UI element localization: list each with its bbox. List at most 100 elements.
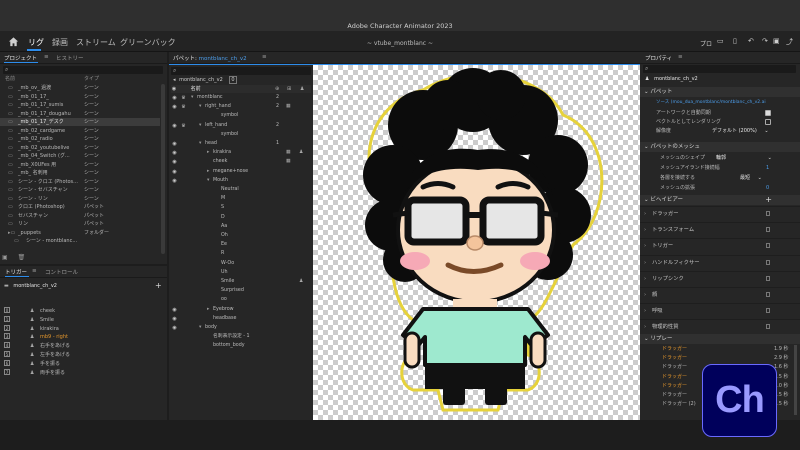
column-header-type[interactable]: タイプ xyxy=(84,75,99,83)
chevron-down-icon[interactable]: ▾ xyxy=(199,140,201,148)
trigger-item[interactable]: 7 ♟ 両手を振る xyxy=(4,368,154,377)
layer-row[interactable]: D xyxy=(169,214,309,222)
resolution-dropdown[interactable]: デフォルト (200%) ⌄ xyxy=(712,127,769,135)
visibility-eye-icon[interactable]: ◉ xyxy=(171,94,178,102)
behavior-drag-handle[interactable] xyxy=(766,243,770,249)
comment-icon[interactable]: ▣ xyxy=(773,37,780,45)
section-mesh[interactable]: ⌄ パペットのメッシュ xyxy=(640,142,800,152)
behavior-item[interactable]: › 呼吸 xyxy=(640,303,800,317)
visibility-eye-icon[interactable]: ◉ xyxy=(171,158,178,166)
scene-canvas[interactable] xyxy=(313,65,640,420)
add-trigger-button[interactable]: + xyxy=(155,281,162,290)
layer-row[interactable]: ◉ ▾ Mouth xyxy=(169,177,309,185)
visibility-eye-icon[interactable]: ◉ xyxy=(171,177,178,185)
project-search-input[interactable]: ⌕ xyxy=(3,66,163,74)
project-item[interactable]: ▭ _mb_02_radio シーン xyxy=(0,135,160,143)
mesh-contour-value[interactable]: 1 xyxy=(766,164,769,172)
layer-row[interactable]: Neutral xyxy=(169,186,309,194)
tab-triggers[interactable]: トリガー xyxy=(5,268,27,276)
layer-row[interactable]: ◉ headbase xyxy=(169,315,309,323)
panel-layout-icon[interactable]: ▭ xyxy=(717,37,724,45)
chevron-down-icon[interactable]: ▾ xyxy=(207,177,209,185)
home-icon[interactable] xyxy=(8,36,19,47)
visibility-eye-icon[interactable]: ◉ xyxy=(171,306,178,314)
project-item[interactable]: ▭ _mb_ 名刺用 シーン xyxy=(0,169,160,177)
chevron-down-icon[interactable]: ▾ xyxy=(199,122,201,130)
mesh-spacing-value[interactable]: 0 xyxy=(766,184,769,192)
new-folder-icon[interactable]: ▣ xyxy=(2,254,8,261)
project-item[interactable]: ▭ _mb_01_17_dougahu シーン xyxy=(0,110,160,118)
behavior-drag-handle[interactable] xyxy=(766,324,770,330)
layer-row[interactable]: M xyxy=(169,195,309,203)
back-arrow-icon[interactable]: ◂ xyxy=(173,77,176,83)
project-item[interactable]: ▭ _mb_01_17_ シーン xyxy=(0,93,160,101)
puppet-source-link[interactable]: ソース (mou_dua_montblanc/montblanc_ch_v2.a… xyxy=(656,99,766,107)
panel-menu-icon[interactable]: ≡ xyxy=(44,54,49,60)
layer-row[interactable]: R xyxy=(169,250,309,258)
visibility-eye-icon[interactable]: ◉ xyxy=(171,324,178,332)
layer-row[interactable]: ◉ ♛ ▾ montblanc 2 xyxy=(169,94,309,102)
trigger-item[interactable]: 2 ♟ kirakira xyxy=(4,324,154,333)
trigger-item[interactable]: 5 ♟ 左手をあげる xyxy=(4,351,154,359)
behavior-drag-handle[interactable] xyxy=(766,275,770,281)
behavior-drag-handle[interactable] xyxy=(766,292,770,297)
tab-greenscreen[interactable]: グリーンバック xyxy=(120,37,176,48)
project-item[interactable]: ▭ シーン - セバスチャン シーン xyxy=(0,186,160,194)
layer-row[interactable]: symbol xyxy=(169,131,309,139)
behavior-drag-handle[interactable] xyxy=(766,211,770,216)
properties-scrollbar[interactable] xyxy=(794,345,797,415)
trigger-item[interactable]: 1 ♟ Smile xyxy=(4,315,154,324)
visibility-eye-icon[interactable]: ◉ xyxy=(171,103,178,111)
project-item[interactable]: ▭ リン パペット xyxy=(0,220,160,228)
layer-row[interactable]: ◉ cheek ▦ xyxy=(169,158,309,166)
section-replays[interactable]: ⌄ リプレー xyxy=(640,334,800,344)
project-item[interactable]: ▭ シーン - montblanc... xyxy=(0,237,160,245)
character-illustration[interactable] xyxy=(313,65,640,420)
layer-row[interactable]: W-Oo xyxy=(169,260,309,268)
layer-row[interactable]: Oh xyxy=(169,232,309,240)
chevron-down-icon[interactable]: ▾ xyxy=(191,94,193,102)
project-item[interactable]: ▭ クロエ (Photoshop) パペット xyxy=(0,203,160,211)
project-item[interactable]: ▭ セバスチャン パペット xyxy=(0,212,160,220)
panel-menu-icon[interactable]: ≡ xyxy=(678,54,683,60)
auto-sync-checkbox[interactable] xyxy=(765,110,771,116)
behavior-item[interactable]: › ハンドルフィクサー xyxy=(640,254,800,269)
mesh-shape-dropdown[interactable]: 輪郭 ⌄ xyxy=(716,154,772,162)
project-item[interactable]: ▭ _mb_ov_ 過渡 シーン xyxy=(0,84,160,92)
project-item[interactable]: ▭ _mb_04_Switch (グ... シーン xyxy=(0,152,160,160)
project-item[interactable]: ▭ _mb_02_youtubelive シーン xyxy=(0,144,160,152)
project-item[interactable]: ▭ シーン - リン シーン xyxy=(0,195,160,203)
layer-row[interactable]: ◉ ▸ megane+nose xyxy=(169,168,309,176)
behavior-item[interactable]: › トランスフォーム xyxy=(640,222,800,236)
project-item[interactable]: ▭ _mb_02_cardgame シーン xyxy=(0,127,160,135)
visibility-eye-icon[interactable]: ◉ xyxy=(171,122,178,130)
visibility-eye-icon[interactable]: ◉ xyxy=(171,149,178,157)
behavior-item[interactable]: › トリガー xyxy=(640,238,800,252)
tab-rig[interactable]: リグ xyxy=(28,37,44,48)
undo-icon[interactable]: ↶ xyxy=(748,37,754,45)
section-puppet[interactable]: ⌄ パペット xyxy=(640,87,800,97)
layer-row[interactable]: 名刺表示設定 - 1 xyxy=(169,333,309,341)
visibility-eye-icon[interactable]: ◉ xyxy=(171,140,178,148)
project-scrollbar[interactable] xyxy=(161,84,165,254)
properties-search-input[interactable]: ⌕ xyxy=(643,65,796,73)
tab-project[interactable]: プロジェクト xyxy=(4,54,37,62)
delete-icon[interactable]: 🗑 xyxy=(18,254,26,261)
chevron-down-icon[interactable]: ▾ xyxy=(199,103,201,111)
layer-row[interactable]: Aa xyxy=(169,223,309,231)
puppet-subtab[interactable]: ◂ montblanc_ch_v2 0 xyxy=(173,76,237,84)
layer-row[interactable]: ◉ ▸ kirakira ▦ ♟ xyxy=(169,149,309,157)
column-header-name[interactable]: 名前 xyxy=(5,75,15,83)
project-item[interactable]: ▸▭ _puppets フォルダー xyxy=(0,229,160,237)
chevron-right-icon[interactable]: ▸ xyxy=(207,149,209,157)
layer-row[interactable]: S xyxy=(169,204,309,212)
redo-icon[interactable]: ↷ xyxy=(762,37,768,45)
trigger-item[interactable]: 4 ♟ 右手をあげる xyxy=(4,342,154,350)
layer-row[interactable]: symbol xyxy=(169,112,309,120)
behavior-item[interactable]: › ドラッガー xyxy=(640,206,800,220)
visibility-eye-icon[interactable]: ◉ xyxy=(171,315,178,323)
layout-icon[interactable]: ▯ xyxy=(733,37,737,45)
project-item[interactable]: ▭ _mb_01_17_sumis シーン xyxy=(0,101,160,109)
tab-record[interactable]: 録画 xyxy=(52,37,68,48)
project-item[interactable]: ▭ _mb_X0UFes 用 シーン xyxy=(0,161,160,169)
